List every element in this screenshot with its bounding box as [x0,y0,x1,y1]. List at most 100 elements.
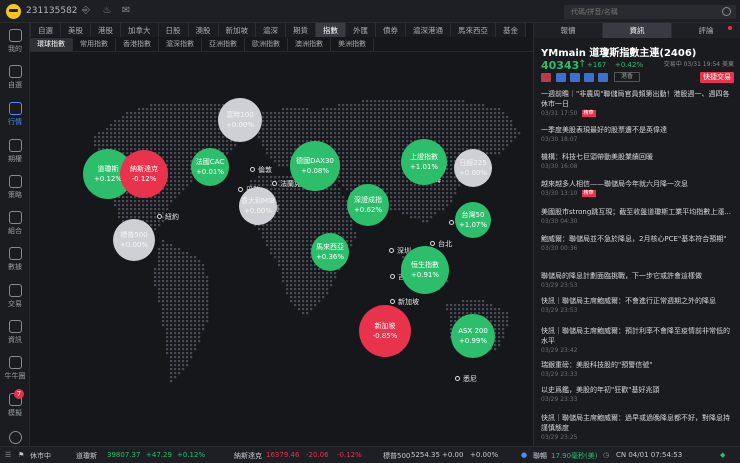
index-bubble[interactable]: 台灣50 +1.07% [455,202,491,238]
quick-trade-button[interactable]: 快捷交易 [700,72,734,83]
map-dot [494,308,497,311]
idx3-name[interactable]: 標普500 [383,451,410,461]
info-icon[interactable] [598,73,608,82]
map-dot [182,168,185,171]
sub-tab[interactable]: 澳洲指數 [288,38,331,51]
lock-icon[interactable]: ⎆ [80,5,92,17]
index-bubble[interactable]: 新加坡 -0.85% [359,305,411,357]
news-item[interactable]: 快訊｜聯儲局主席鮑威爾：不會進行正常週期之外的降息 03/29 23:53 [541,296,736,315]
sidebar-item-6[interactable]: 數據 [0,244,30,274]
news-title[interactable]: 越來越多人相信——聯儲局今年就六月降一次息 [541,179,736,189]
right-tab[interactable]: 資訊 [603,23,672,38]
market-tab[interactable]: 債券 [375,22,406,37]
news-item[interactable]: 快訊｜聯儲局主席鮑威爾：預計利率不會降至疫情前非常低的水平 03/29 23:42 [541,326,736,355]
map-dot [342,140,345,143]
market-tab[interactable]: 加拿大 [120,22,159,37]
news-item[interactable]: 機構：科技七巨頭帶動美股業績回暖 03/30 16:08 [541,152,736,171]
sidebar-item-0[interactable]: 我的 [0,26,30,56]
sidebar-item-8[interactable]: 資訊 [0,317,30,347]
sidebar-item-4[interactable]: 策略 [0,172,30,202]
news-title[interactable]: 快訊｜聯儲局主席鮑威爾：不會進行正常週期之外的降息 [541,296,736,306]
market-tab[interactable]: 外匯 [345,22,376,37]
market-tab[interactable]: 自選 [30,22,61,37]
market-tab[interactable]: 新加坡 [217,22,256,37]
search-icon[interactable] [722,7,731,16]
map-dot [334,188,337,191]
index-bubble[interactable]: 恒生指數 +0.91% [401,246,449,294]
index-bubble[interactable]: ASX 200 +0.99% [451,314,495,358]
chart-icon[interactable] [556,73,566,82]
index-bubble[interactable]: 法國CAC +0.01% [191,148,229,186]
market-tab[interactable]: 期貨 [285,22,316,37]
bars-icon[interactable]: ☰ [5,451,11,459]
idx2-name[interactable]: 納斯達克 [234,451,262,461]
sidebar-item-2[interactable]: 行情 [0,99,30,129]
bell-icon[interactable]: ♨ [101,5,113,17]
news-item[interactable]: 美國股市strong跳互現；截至收盤道瓊斯工業平均指數上漲... 03/30 04… [541,207,736,226]
right-tab[interactable]: 報價 [534,23,603,38]
market-tab[interactable]: 澳股 [187,22,219,37]
index-bubble[interactable]: 德國DAX30 +0.08% [290,141,340,191]
news-item[interactable]: 聯儲局的降息計劃面臨挑戰，下一步它或許會這樣做 03/29 23:53 [541,271,736,290]
sub-tab[interactable]: 常用指數 [73,38,116,51]
mail-icon[interactable]: ✉ [120,5,132,17]
market-tab[interactable]: 馬來西亞 [450,22,496,37]
news-title[interactable]: 快訊｜聯儲局主席鮑威爾：過早或過晚降息都不好，對降息持謹慎態度 [541,413,736,433]
sub-tab[interactable]: 美洲指數 [331,38,374,51]
news-title[interactable]: 以史爲鑑，美股的年初"狂歡"基好兆頭 [541,385,736,395]
market-tab[interactable]: 日股 [157,22,189,37]
news-title[interactable]: 機構：科技七巨頭帶動美股業績回暖 [541,152,736,162]
search-box[interactable] [564,5,736,19]
news-item[interactable]: 一週前瞻｜"非農周"聯儲局官員頻第出動！港股週一、週四各休市一日 03/31 17… [541,89,736,118]
news-item[interactable]: 瑞銀重磅：美股科技股的"預警信號" 03/29 23:33 [541,360,736,379]
news-title[interactable]: 鮑威爾：聯儲局並不急於降息，2月核心PCE"基本符合預期" [541,234,736,244]
sidebar-item-9[interactable]: 牛牛圈 [0,353,30,383]
market-tab[interactable]: 指數 [315,22,346,37]
index-bubble[interactable]: 深證成指 +0.62% [347,184,389,226]
market-tab[interactable]: 滬深 [255,22,286,37]
sidebar-item-3[interactable]: 期權 [0,136,30,166]
news-title[interactable]: 一週前瞻｜"非農周"聯儲局官員頻第出動！港股週一、週四各休市一日 [541,89,736,109]
map-dot [494,108,497,111]
map-dot [162,260,165,263]
news-title[interactable]: 美國股市strong跳互現；截至收盤道瓊斯工業平均指數上漲... [541,207,736,217]
chat-icon[interactable]: ◆ [720,451,725,459]
news-title[interactable]: 快訊｜聯儲局主席鮑威爾：預計利率不會降至疫情前非常低的水平 [541,326,736,346]
sub-tab[interactable]: 歐洲指數 [245,38,288,51]
index-bubble[interactable]: 富時100 +0.00% [218,98,262,142]
sub-tab[interactable]: 滬深指數 [159,38,202,51]
idx1-name[interactable]: 道瓊斯 [76,451,97,461]
market-tab[interactable]: 滬深港通 [405,22,451,37]
market-tab[interactable]: 美股 [60,22,91,37]
share-icon[interactable] [584,73,594,82]
search-input[interactable] [564,5,714,19]
map-dot [402,208,405,211]
market-tab[interactable]: 基金 [495,22,526,37]
news-item[interactable]: 以史爲鑑，美股的年初"狂歡"基好兆頭 03/29 23:33 [541,385,736,404]
user-id[interactable]: 231135582 [26,6,78,16]
news-item[interactable]: 越來越多人相信——聯儲局今年就六月降一次息 03/30 13:10 精華 [541,179,736,198]
news-title[interactable]: 聯儲局的降息計劃面臨挑戰，下一步它或許會這樣做 [541,271,736,281]
index-bubble[interactable]: 標普500 +0.00% [113,219,155,261]
news-item[interactable]: 鮑威爾：聯儲局並不急於降息，2月核心PCE"基本符合預期" 03/30 00:36 [541,234,736,253]
index-bubble[interactable]: 馬來西亞 +0.36% [311,233,349,271]
sub-tab[interactable]: 亞洲指數 [202,38,245,51]
city-dot [238,187,243,192]
index-bubble[interactable]: 上證指數 +1.01% [401,139,447,185]
alert-icon[interactable] [570,73,580,82]
avatar[interactable] [6,4,21,19]
sidebar-item-7[interactable]: 交易 [0,281,30,311]
sub-tab[interactable]: 環球指數 [30,38,73,51]
news-title[interactable]: 一季度美股表現最好的股票遭不是英偉達 [541,125,736,135]
market-tab[interactable]: 港股 [90,22,121,37]
index-bubble[interactable]: 意大利MIB +0.00% [239,187,277,225]
news-item[interactable]: 一季度美股表現最好的股票遭不是英偉達 03/30 18:07 [541,125,736,144]
sub-tab[interactable]: 香港指數 [116,38,159,51]
index-bubble[interactable]: 日經225 +0.00% [454,149,492,187]
news-item[interactable]: 快訊｜聯儲局主席鮑威爾：過早或過晚降息都不好，對降息持謹慎態度 03/29 23:… [541,413,736,442]
sidebar-item-5[interactable]: 組合 [0,208,30,238]
news-title[interactable]: 瑞銀重磅：美股科技股的"預警信號" [541,360,736,370]
sidebar-item-1[interactable]: 自選 [0,62,30,92]
map-dot [170,188,173,191]
index-bubble[interactable]: 納斯達克 -0.12% [120,150,168,198]
